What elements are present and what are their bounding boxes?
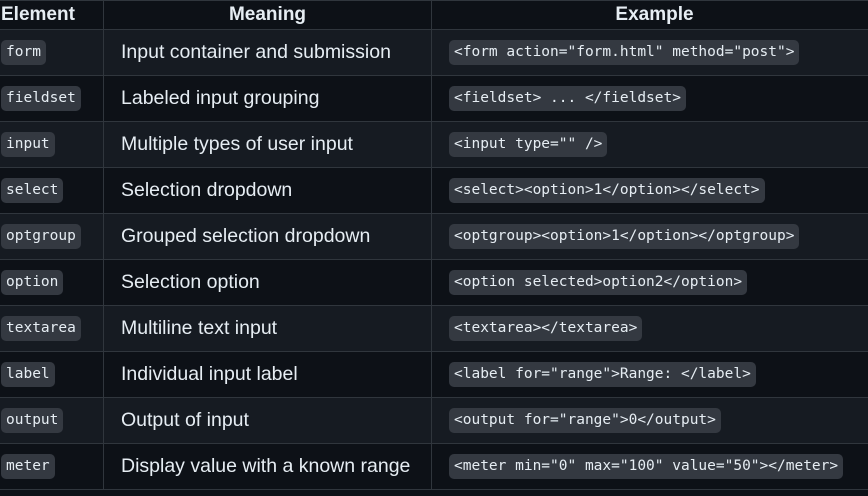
element-cell: label	[0, 351, 104, 398]
element-code: optgroup	[1, 224, 81, 249]
example-cell: <output for="range">0</output>	[431, 397, 868, 444]
element-code: input	[1, 132, 55, 157]
element-cell: meter	[0, 443, 104, 490]
table-row: option Selection option <option selected…	[0, 259, 868, 306]
element-cell: option	[0, 259, 104, 306]
element-cell: form	[0, 29, 104, 76]
table-row: fieldset Labeled input grouping <fieldse…	[0, 75, 868, 122]
example-cell: <label for="range">Range: </label>	[431, 351, 868, 398]
element-cell: select	[0, 167, 104, 214]
example-code: <optgroup><option>1</option></optgroup>	[449, 224, 800, 249]
element-code: option	[1, 270, 64, 295]
example-code: <textarea></textarea>	[449, 316, 643, 341]
element-code: output	[1, 408, 64, 433]
meaning-cell: Output of input	[103, 397, 432, 444]
table-header-row: Element Meaning Example	[0, 0, 868, 30]
example-cell: <form action="form.html" method="post">	[431, 29, 868, 76]
meaning-cell: Input container and submission	[103, 29, 432, 76]
example-cell: <select><option>1</option></select>	[431, 167, 868, 214]
meaning-cell: Multiple types of user input	[103, 121, 432, 168]
example-code: <fieldset> ... </fieldset>	[449, 86, 686, 111]
table-row: meter Display value with a known range <…	[0, 443, 868, 490]
example-code: <label for="range">Range: </label>	[449, 362, 756, 387]
meaning-cell: Individual input label	[103, 351, 432, 398]
element-code: label	[1, 362, 55, 387]
example-code: <select><option>1</option></select>	[449, 178, 765, 203]
table-row: form Input container and submission <for…	[0, 29, 868, 76]
example-code: <option selected>option2</option>	[449, 270, 748, 295]
example-cell: <meter min="0" max="100" value="50"></me…	[431, 443, 868, 490]
meaning-cell: Selection dropdown	[103, 167, 432, 214]
meaning-cell: Grouped selection dropdown	[103, 213, 432, 260]
element-code: textarea	[1, 316, 81, 341]
element-code: select	[1, 178, 64, 203]
html-form-elements-table: Element Meaning Example form Input conta…	[0, 0, 868, 490]
meaning-cell: Labeled input grouping	[103, 75, 432, 122]
table-row: input Multiple types of user input <inpu…	[0, 121, 868, 168]
element-cell: fieldset	[0, 75, 104, 122]
element-cell: optgroup	[0, 213, 104, 260]
table-row: optgroup Grouped selection dropdown <opt…	[0, 213, 868, 260]
example-cell: <input type="" />	[431, 121, 868, 168]
example-cell: <option selected>option2</option>	[431, 259, 868, 306]
header-element: Element	[0, 0, 104, 30]
element-cell: textarea	[0, 305, 104, 352]
header-meaning: Meaning	[103, 0, 432, 30]
element-code: meter	[1, 454, 55, 479]
example-code: <output for="range">0</output>	[449, 408, 721, 433]
element-code: form	[1, 40, 46, 65]
table-row: label Individual input label <label for=…	[0, 351, 868, 398]
table-row: select Selection dropdown <select><optio…	[0, 167, 868, 214]
example-code: <form action="form.html" method="post">	[449, 40, 800, 65]
example-code: <input type="" />	[449, 132, 608, 157]
meaning-cell: Multiline text input	[103, 305, 432, 352]
example-cell: <fieldset> ... </fieldset>	[431, 75, 868, 122]
meaning-cell: Selection option	[103, 259, 432, 306]
table-row: output Output of input <output for="rang…	[0, 397, 868, 444]
example-cell: <optgroup><option>1</option></optgroup>	[431, 213, 868, 260]
example-code: <meter min="0" max="100" value="50"></me…	[449, 454, 844, 479]
header-example: Example	[431, 0, 868, 30]
table-row: textarea Multiline text input <textarea>…	[0, 305, 868, 352]
element-code: fieldset	[1, 86, 81, 111]
meaning-cell: Display value with a known range	[103, 443, 432, 490]
element-cell: output	[0, 397, 104, 444]
element-cell: input	[0, 121, 104, 168]
example-cell: <textarea></textarea>	[431, 305, 868, 352]
